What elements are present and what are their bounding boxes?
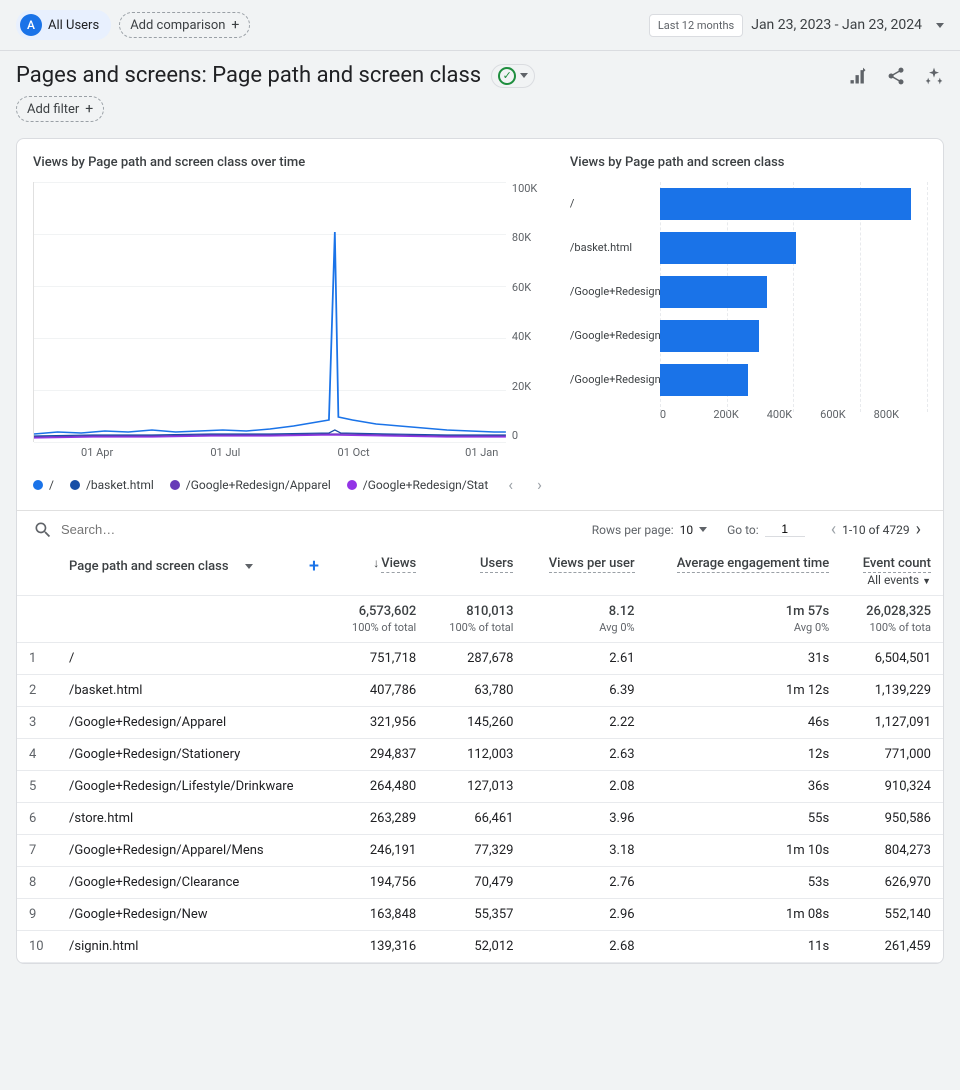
sort-desc-icon: ↓	[373, 556, 379, 570]
plus-icon: +	[231, 17, 239, 33]
goto-label: Go to:	[727, 523, 759, 537]
plus-icon: +	[85, 101, 93, 117]
bar-chart-panel: Views by Page path and screen class / /b…	[570, 155, 927, 494]
table-row[interactable]: 6 /store.html 263,28966,4613.9655s950,58…	[17, 803, 943, 835]
line-chart[interactable]	[33, 182, 506, 442]
segment-badge: A	[20, 14, 42, 36]
legend-item[interactable]: /Google+Redesign/Stat	[347, 478, 488, 492]
add-dimension-icon[interactable]: +	[309, 556, 319, 577]
bar-chart[interactable]: / /basket.html /Google+Redesign/Apparel …	[570, 182, 927, 442]
search-icon	[33, 520, 53, 540]
add-filter-button[interactable]: Add filter +	[16, 96, 104, 122]
topbar: A All Users Add comparison + Last 12 mon…	[0, 0, 960, 51]
table-row[interactable]: 7 /Google+Redesign/Apparel/Mens 246,1917…	[17, 835, 943, 867]
chevron-down-icon	[245, 564, 253, 569]
page-info: 1-10 of 4729	[842, 523, 910, 537]
customize-icon[interactable]	[848, 66, 868, 86]
rows-per-page-label: Rows per page:	[592, 523, 674, 537]
dimension-cell[interactable]: /Google+Redesign/Apparel/Mens	[57, 835, 331, 867]
search-input[interactable]	[61, 522, 261, 537]
x-axis: 01 Apr 01 Jul 01 Oct 01 Jan	[33, 446, 546, 459]
dimension-cell[interactable]: /basket.html	[57, 675, 331, 707]
dimension-cell[interactable]: /	[57, 643, 331, 675]
table-row[interactable]: 8 /Google+Redesign/Clearance 194,75670,4…	[17, 867, 943, 899]
col-aet[interactable]: Average engagement time	[647, 548, 842, 596]
share-icon[interactable]	[886, 66, 906, 86]
col-views[interactable]: ↓Views	[331, 548, 428, 596]
line-chart-panel: Views by Page path and screen class over…	[33, 155, 546, 494]
table-row[interactable]: 1 / 751,718287,6782.6131s6,504,501	[17, 643, 943, 675]
dimension-cell[interactable]: /Google+Redesign/Stationery	[57, 739, 331, 771]
dimension-cell[interactable]: /Google+Redesign/Lifestyle/Drinkware	[57, 771, 331, 803]
table-row[interactable]: 4 /Google+Redesign/Stationery 294,837112…	[17, 739, 943, 771]
check-icon: ✓	[498, 67, 516, 85]
page-title: Pages and screens: Page path and screen …	[16, 63, 481, 88]
rows-per-page-select[interactable]: 10	[680, 523, 708, 537]
add-comparison-button[interactable]: Add comparison +	[119, 12, 250, 38]
header-row: Pages and screens: Page path and screen …	[0, 51, 960, 88]
legend-item[interactable]: /basket.html	[70, 478, 154, 492]
table-controls: Rows per page: 10 Go to: ‹ 1-10 of 4729 …	[17, 510, 943, 548]
dimension-cell[interactable]: /signin.html	[57, 931, 331, 963]
col-events[interactable]: Event countAll events ▼	[841, 548, 943, 596]
table-row[interactable]: 9 /Google+Redesign/New 163,84855,3572.96…	[17, 899, 943, 931]
segment-label: All Users	[48, 18, 99, 33]
table-row[interactable]: 5 /Google+Redesign/Lifestyle/Drinkware 2…	[17, 771, 943, 803]
verify-chip[interactable]: ✓	[491, 64, 535, 88]
date-range-picker[interactable]: Last 12 months Jan 23, 2023 - Jan 23, 20…	[649, 14, 944, 37]
dimension-cell[interactable]: /Google+Redesign/Apparel	[57, 707, 331, 739]
legend-prev-icon[interactable]: ‹	[504, 475, 517, 494]
goto-input[interactable]	[765, 522, 805, 537]
content-card: Views by Page path and screen class over…	[16, 138, 944, 964]
data-table: Page path and screen class + ↓Views User…	[17, 548, 943, 963]
table-row[interactable]: 10 /signin.html 139,31652,0122.6811s261,…	[17, 931, 943, 963]
segment-chip[interactable]: A All Users	[16, 10, 111, 40]
chevron-down-icon	[936, 23, 944, 28]
insights-icon[interactable]	[924, 66, 944, 86]
dimension-header[interactable]: Page path and screen class +	[57, 548, 331, 596]
next-page-icon[interactable]: ›	[910, 519, 927, 540]
date-preset: Last 12 months	[649, 14, 743, 37]
chevron-down-icon	[699, 527, 707, 532]
dimension-cell[interactable]: /store.html	[57, 803, 331, 835]
dimension-cell[interactable]: /Google+Redesign/Clearance	[57, 867, 331, 899]
chart-title: Views by Page path and screen class	[570, 155, 927, 170]
table-row[interactable]: 2 /basket.html 407,78663,7806.391m 12s1,…	[17, 675, 943, 707]
col-vpu[interactable]: Views per user	[525, 548, 646, 596]
y-axis: 100K 80K 60K 40K 20K 0	[506, 182, 546, 442]
chevron-down-icon	[520, 73, 528, 78]
legend-item[interactable]: /	[33, 478, 54, 492]
table-row[interactable]: 3 /Google+Redesign/Apparel 321,956145,26…	[17, 707, 943, 739]
chart-title: Views by Page path and screen class over…	[33, 155, 546, 170]
date-range-text: Jan 23, 2023 - Jan 23, 2024	[751, 17, 922, 33]
col-users[interactable]: Users	[428, 548, 525, 596]
dimension-cell[interactable]: /Google+Redesign/New	[57, 899, 331, 931]
legend-item[interactable]: /Google+Redesign/Apparel	[170, 478, 331, 492]
prev-page-icon[interactable]: ‹	[825, 519, 842, 540]
legend-next-icon[interactable]: ›	[533, 475, 546, 494]
chart-legend: / /basket.html /Google+Redesign/Apparel …	[33, 475, 546, 494]
